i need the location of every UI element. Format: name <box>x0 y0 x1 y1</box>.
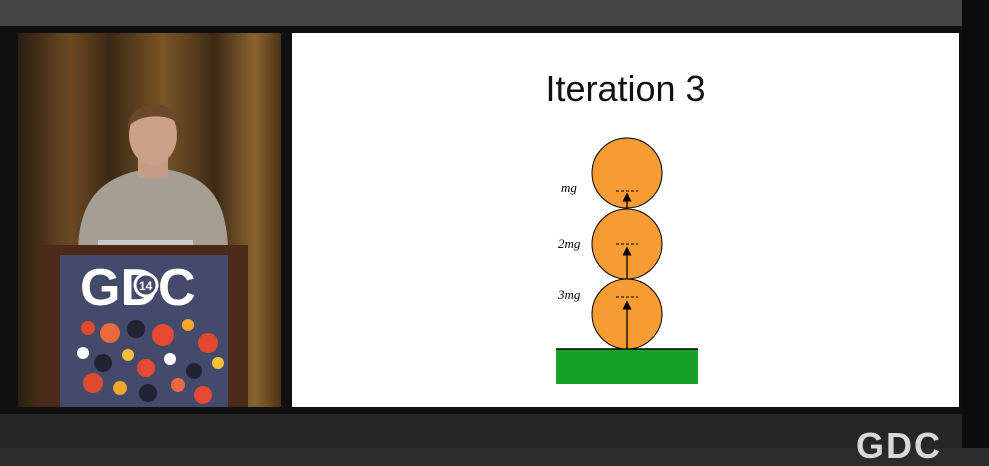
force-label-2mg: 2mg <box>558 236 581 251</box>
bottom-bar <box>0 414 962 448</box>
gdc-watermark: GDC <box>856 425 942 466</box>
speaker-scene: GDC 14 <box>18 33 281 407</box>
force-label-3mg: 3mg <box>557 287 581 302</box>
stacked-balls-diagram: mg 2mg 3mg <box>556 137 698 384</box>
podium-logo-badge-number: 14 <box>139 279 153 293</box>
ground-block <box>556 349 698 384</box>
right-edge-strip <box>962 0 989 448</box>
top-bar <box>0 0 989 26</box>
force-label-mg: mg <box>561 180 577 195</box>
slide-panel: Iteration 3 mg 2mg 3mg <box>292 33 959 407</box>
speaker-video-panel: GDC 14 <box>18 33 281 407</box>
